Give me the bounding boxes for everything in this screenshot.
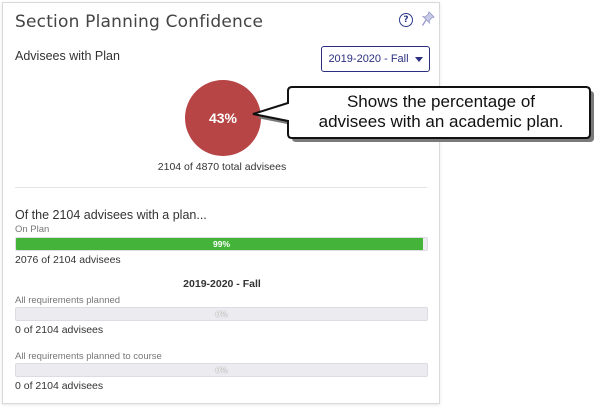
help-glyph: ? <box>403 15 409 25</box>
all-requirements-to-course-progress-bar: 0% <box>15 363 428 377</box>
section-planning-confidence-widget: Section Planning Confidence ? Advisees w… <box>2 2 440 404</box>
plan-percentage-circle: 43% <box>185 80 261 156</box>
on-plan-label: On Plan <box>15 224 50 235</box>
all-requirements-to-course-progress-label: 0% <box>215 365 228 375</box>
callout-line-2: advisees with an academic plan. <box>318 112 564 131</box>
help-icon[interactable]: ? <box>399 13 413 27</box>
all-requirements-progress-label: 0% <box>215 309 228 319</box>
term-heading: 2019-2020 - Fall <box>183 278 261 290</box>
all-requirements-count: 0 of 2104 advisees <box>15 324 104 336</box>
on-plan-count: 2076 of 2104 advisees <box>15 254 121 266</box>
all-requirements-to-course-label: All requirements planned to course <box>15 351 162 362</box>
breakdown-heading: Of the 2104 advisees with a plan... <box>15 208 207 222</box>
callout-text: Shows the percentage of advisees with an… <box>292 92 590 132</box>
plan-percentage-label: 43% <box>208 110 238 126</box>
on-plan-progress-label: 99% <box>212 239 230 249</box>
on-plan-progress-bar: 99% <box>15 237 428 251</box>
advisees-with-plan-label: Advisees with Plan <box>15 49 120 63</box>
term-dropdown[interactable]: 2019-2020 - Fall <box>321 46 430 72</box>
total-advisees-text: 2104 of 4870 total advisees <box>157 161 287 173</box>
widget-title: Section Planning Confidence <box>15 12 264 32</box>
caret-down-icon <box>414 56 423 62</box>
pin-icon[interactable] <box>421 11 435 27</box>
all-requirements-label: All requirements planned <box>15 295 121 306</box>
all-requirements-to-course-count: 0 of 2104 advisees <box>15 380 104 392</box>
callout-line-1: Shows the percentage of <box>346 92 536 111</box>
term-dropdown-value: 2019-2020 - Fall <box>328 53 409 65</box>
all-requirements-progress-bar: 0% <box>15 307 428 321</box>
section-divider <box>15 187 427 188</box>
